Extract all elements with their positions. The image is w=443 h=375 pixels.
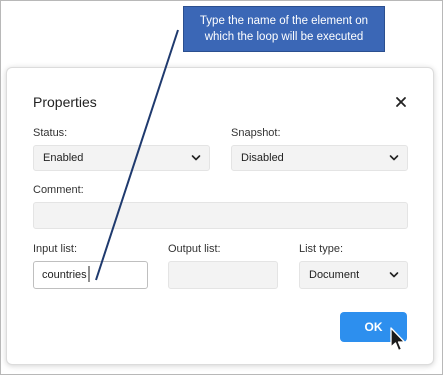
status-label: Status: bbox=[33, 127, 68, 139]
properties-dialog: Properties Status: Enabled Snapshot: Dis… bbox=[6, 67, 434, 365]
snapshot-value: Disabled bbox=[241, 152, 284, 164]
status-value: Enabled bbox=[43, 152, 84, 164]
snapshot-label: Snapshot: bbox=[231, 127, 281, 139]
comment-input[interactable] bbox=[33, 202, 408, 229]
text-caret bbox=[88, 266, 90, 282]
chevron-down-icon bbox=[191, 155, 201, 161]
screenshot-stage: Properties Status: Enabled Snapshot: Dis… bbox=[0, 0, 443, 375]
mouse-cursor-icon bbox=[390, 327, 406, 352]
list-type-label: List type: bbox=[299, 243, 344, 255]
output-list-field[interactable] bbox=[168, 261, 278, 289]
input-list-label: Input list: bbox=[33, 243, 78, 255]
status-select[interactable]: Enabled bbox=[33, 145, 210, 171]
snapshot-select[interactable]: Disabled bbox=[231, 145, 408, 171]
input-list-value: countries bbox=[42, 269, 87, 281]
chevron-down-icon bbox=[389, 155, 399, 161]
chevron-down-icon bbox=[389, 272, 399, 278]
annotation-callout: Type the name of the element on which th… bbox=[183, 6, 385, 52]
list-type-value: Document bbox=[309, 269, 360, 281]
callout-line-1: Type the name of the element on bbox=[199, 15, 369, 27]
dialog-title: Properties bbox=[33, 94, 97, 110]
close-button[interactable] bbox=[391, 92, 411, 112]
comment-label: Comment: bbox=[33, 184, 84, 196]
close-icon bbox=[396, 97, 406, 107]
list-type-select[interactable]: Document bbox=[299, 261, 408, 289]
callout-line-2: which the loop will be executed bbox=[204, 31, 364, 43]
output-list-label: Output list: bbox=[168, 243, 221, 255]
